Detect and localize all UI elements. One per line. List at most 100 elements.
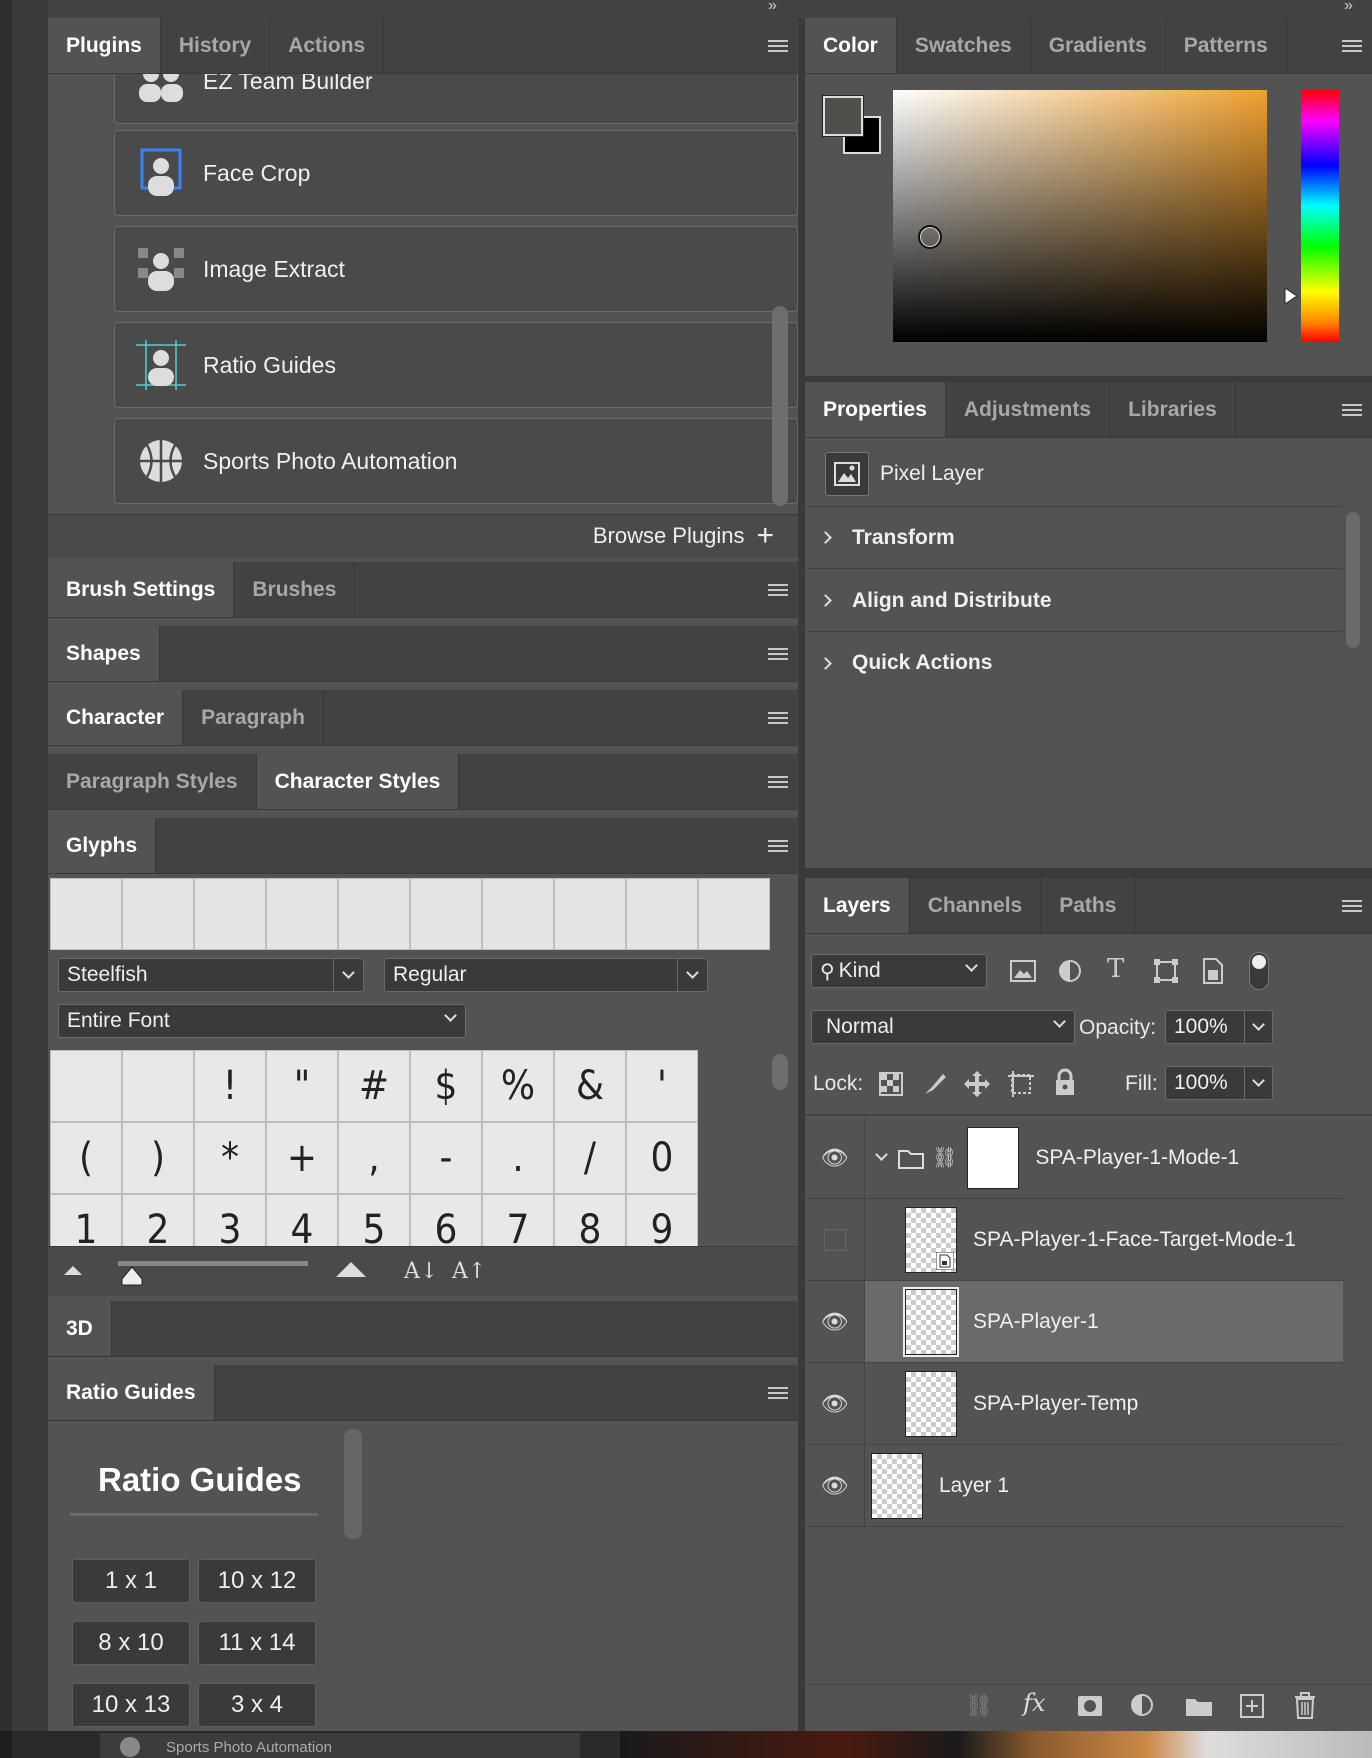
- glyph-cell[interactable]: ,: [338, 1122, 410, 1194]
- large-mountain-icon[interactable]: [334, 1259, 368, 1279]
- visibility-toggle[interactable]: 👁: [805, 1117, 865, 1198]
- ratio-8x10-button[interactable]: 8 x 10: [72, 1621, 190, 1665]
- adjustment-layer-icon[interactable]: [1131, 1694, 1157, 1718]
- glyph-cell[interactable]: +: [266, 1122, 338, 1194]
- plugin-image-extract[interactable]: Image Extract: [114, 226, 798, 312]
- ratio-3x4-button[interactable]: 3 x 4: [198, 1683, 316, 1727]
- panel-menu-icon[interactable]: [768, 711, 788, 724]
- ratio-guides-scrollbar[interactable]: [344, 1429, 362, 1539]
- ratio-10x13-button[interactable]: 10 x 13: [72, 1683, 190, 1727]
- plugin-ez-team-builder[interactable]: EZ Team Builder: [114, 74, 798, 124]
- shape-filter-icon[interactable]: [1153, 958, 1179, 984]
- lock-pixels-icon[interactable]: [921, 1070, 949, 1098]
- link-layers-icon[interactable]: ⛓: [965, 1693, 993, 1719]
- glyph-cell[interactable]: /: [554, 1122, 626, 1194]
- recent-glyph-cell[interactable]: [482, 878, 554, 950]
- plugin-ratio-guides[interactable]: Ratio Guides: [114, 322, 798, 408]
- tab-libraries[interactable]: Libraries: [1110, 382, 1236, 437]
- glyph-cell[interactable]: #: [338, 1050, 410, 1122]
- visibility-toggle[interactable]: [805, 1199, 865, 1280]
- glyph-cell[interactable]: 7: [482, 1194, 554, 1246]
- glyph-cell[interactable]: [122, 1050, 194, 1122]
- panel-menu-icon[interactable]: [768, 647, 788, 660]
- glyph-size-track[interactable]: [118, 1261, 308, 1266]
- panel-menu-icon[interactable]: [1342, 899, 1362, 912]
- color-picker-marker[interactable]: [918, 225, 942, 249]
- tab-paragraph[interactable]: Paragraph: [183, 690, 324, 745]
- new-group-icon[interactable]: [1185, 1695, 1213, 1717]
- recent-glyph-cell[interactable]: [122, 878, 194, 950]
- recent-glyph-cell[interactable]: [554, 878, 626, 950]
- tab-adjustments[interactable]: Adjustments: [946, 382, 1111, 437]
- ratio-11x14-button[interactable]: 11 x 14: [198, 1621, 316, 1665]
- layer-row-group[interactable]: 👁 ⛓ SPA-Player-1-Mode-1: [805, 1117, 1343, 1199]
- plugins-scrollbar[interactable]: [772, 306, 788, 506]
- glyph-cell[interactable]: (: [50, 1122, 122, 1194]
- lock-artboard-icon[interactable]: [1007, 1070, 1035, 1098]
- recent-glyph-cell[interactable]: [50, 878, 122, 950]
- properties-scrollbar[interactable]: [1346, 512, 1360, 648]
- panel-menu-icon[interactable]: [1342, 39, 1362, 52]
- glyph-scrollbar[interactable]: [772, 1054, 788, 1090]
- glyph-cell[interactable]: ): [122, 1122, 194, 1194]
- layer-row[interactable]: 👁 Layer 1: [805, 1445, 1343, 1527]
- section-quick-actions[interactable]: Quick Actions: [805, 632, 1343, 694]
- hue-slider[interactable]: [1301, 90, 1339, 342]
- panel-menu-icon[interactable]: [768, 839, 788, 852]
- adjustment-filter-icon[interactable]: [1058, 959, 1082, 983]
- foreground-color-swatch[interactable]: [822, 95, 864, 137]
- plugin-sports-photo-automation[interactable]: Sports Photo Automation: [114, 418, 798, 504]
- increase-font-size-icon[interactable]: A↑: [452, 1259, 486, 1284]
- ratio-1x1-button[interactable]: 1 x 1: [72, 1559, 190, 1603]
- glyph-cell[interactable]: 9: [626, 1194, 698, 1246]
- panel-menu-icon[interactable]: [768, 583, 788, 596]
- visibility-toggle[interactable]: 👁: [805, 1281, 865, 1362]
- tab-patterns[interactable]: Patterns: [1166, 18, 1287, 73]
- glyph-size-slider-thumb[interactable]: [120, 1265, 144, 1287]
- recent-glyph-cell[interactable]: [626, 878, 698, 950]
- glyph-cell[interactable]: 0: [626, 1122, 698, 1194]
- tab-color[interactable]: Color: [805, 18, 897, 73]
- font-style-select[interactable]: Regular: [384, 958, 708, 992]
- glyph-cell[interactable]: 6: [410, 1194, 482, 1246]
- tab-gradients[interactable]: Gradients: [1031, 18, 1166, 73]
- glyph-cell[interactable]: 2: [122, 1194, 194, 1246]
- glyph-cell[interactable]: 1: [50, 1194, 122, 1246]
- tab-channels[interactable]: Channels: [910, 878, 1042, 933]
- glyph-cell[interactable]: &: [554, 1050, 626, 1122]
- glyph-cell[interactable]: .: [482, 1122, 554, 1194]
- tab-history[interactable]: History: [161, 18, 271, 73]
- panel-menu-icon[interactable]: [768, 775, 788, 788]
- font-select[interactable]: Steelfish: [58, 958, 364, 992]
- glyph-cell[interactable]: *: [194, 1122, 266, 1194]
- tab-swatches[interactable]: Swatches: [897, 18, 1031, 73]
- layer-row[interactable]: SPA-Player-1-Face-Target-Mode-1: [805, 1199, 1343, 1281]
- lock-transparency-icon[interactable]: [879, 1072, 903, 1096]
- tab-shapes[interactable]: Shapes: [48, 626, 160, 681]
- filter-toggle[interactable]: [1249, 952, 1269, 990]
- glyph-cell[interactable]: 5: [338, 1194, 410, 1246]
- opacity-field[interactable]: 100%: [1165, 1010, 1273, 1044]
- browse-plugins-button[interactable]: Browse Plugins +: [593, 521, 774, 551]
- visibility-toggle[interactable]: 👁: [805, 1363, 865, 1444]
- recent-glyph-cell[interactable]: [410, 878, 482, 950]
- tab-character-styles[interactable]: Character Styles: [256, 754, 460, 809]
- chevron-down-icon[interactable]: [875, 1148, 888, 1161]
- pixel-filter-icon[interactable]: [1010, 960, 1036, 982]
- layer-row-selected[interactable]: 👁 SPA-Player-1: [805, 1281, 1343, 1363]
- tab-brush-settings[interactable]: Brush Settings: [48, 562, 235, 617]
- ratio-10x12-button[interactable]: 10 x 12: [198, 1559, 316, 1603]
- recent-glyph-cell[interactable]: [338, 878, 410, 950]
- fill-field[interactable]: 100%: [1165, 1066, 1273, 1100]
- new-layer-icon[interactable]: [1239, 1693, 1265, 1719]
- glyph-cell[interactable]: [50, 1050, 122, 1122]
- tab-brushes[interactable]: Brushes: [234, 562, 356, 617]
- document-tab[interactable]: Sports Photo Automation: [100, 1733, 580, 1758]
- recent-glyph-cell[interactable]: [194, 878, 266, 950]
- lock-position-icon[interactable]: [963, 1070, 991, 1098]
- blend-mode-select[interactable]: Normal: [811, 1010, 1075, 1044]
- glyph-cell[interactable]: ': [626, 1050, 698, 1122]
- add-mask-icon[interactable]: [1077, 1695, 1103, 1717]
- lock-all-icon[interactable]: [1053, 1068, 1077, 1098]
- tab-layers[interactable]: Layers: [805, 878, 910, 933]
